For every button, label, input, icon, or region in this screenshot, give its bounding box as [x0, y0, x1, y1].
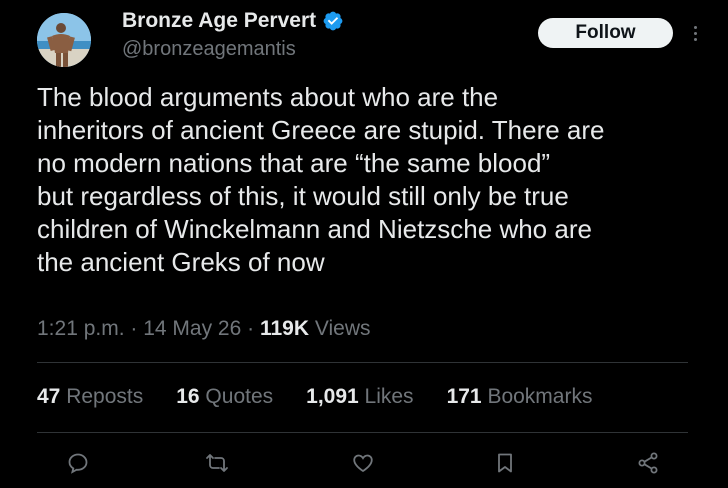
bookmark-button[interactable]	[491, 449, 519, 477]
more-vertical-icon[interactable]	[684, 20, 706, 46]
quotes-label: Quotes	[199, 385, 274, 408]
more-dot	[693, 25, 697, 29]
verified-badge-icon[interactable]	[322, 10, 344, 32]
reply-button[interactable]	[64, 449, 92, 477]
heart-icon	[353, 454, 373, 473]
meta-separator: ·	[241, 317, 260, 340]
author-handle[interactable]: @bronzeagemantis	[122, 38, 296, 61]
reposts-stat[interactable]: 47 Reposts	[37, 385, 143, 409]
share-icon	[638, 452, 658, 474]
avatar[interactable]	[37, 13, 91, 67]
like-button[interactable]	[349, 449, 377, 477]
reply-icon	[68, 453, 88, 474]
reposts-label: Reposts	[60, 385, 144, 408]
quotes-stat[interactable]: 16 Quotes	[176, 385, 273, 409]
author-display-name[interactable]: Bronze Age Pervert	[122, 9, 316, 33]
bookmarks-label: Bookmarks	[481, 385, 593, 408]
tweet-time[interactable]: 1:21 p.m.	[37, 317, 125, 340]
bookmark-icon	[498, 453, 512, 473]
bookmarks-count: 171	[446, 385, 482, 408]
repost-button[interactable]	[203, 449, 231, 477]
likes-count: 1,091	[306, 385, 359, 408]
author-name-row: Bronze Age Pervert	[122, 9, 344, 33]
quotes-count: 16	[176, 385, 200, 408]
action-bar	[0, 449, 728, 479]
more-dot	[693, 31, 697, 35]
reposts-count: 47	[37, 385, 61, 408]
tweet-text: The blood arguments about who are the in…	[37, 82, 605, 277]
tweet-meta: 1:21 p.m. · 14 May 26 · 119K Views	[37, 317, 371, 341]
follow-button[interactable]: Follow	[538, 18, 673, 48]
share-button[interactable]	[634, 449, 662, 477]
avatar-photo	[37, 13, 91, 67]
divider	[37, 362, 688, 363]
likes-stat[interactable]: 1,091 Likes	[306, 385, 413, 409]
bookmarks-stat[interactable]: 171 Bookmarks	[447, 385, 593, 409]
more-dot	[693, 37, 697, 41]
likes-label: Likes	[358, 385, 414, 408]
engagement-stats: 47 Reposts 16 Quotes 1,091 Likes 171 Boo…	[37, 385, 625, 409]
views-label: Views	[309, 317, 371, 340]
tweet-date[interactable]: 14 May 26	[143, 317, 241, 340]
views-count: 119K	[259, 317, 310, 340]
divider	[37, 432, 688, 433]
repost-icon	[206, 454, 228, 472]
meta-separator: ·	[124, 317, 144, 340]
